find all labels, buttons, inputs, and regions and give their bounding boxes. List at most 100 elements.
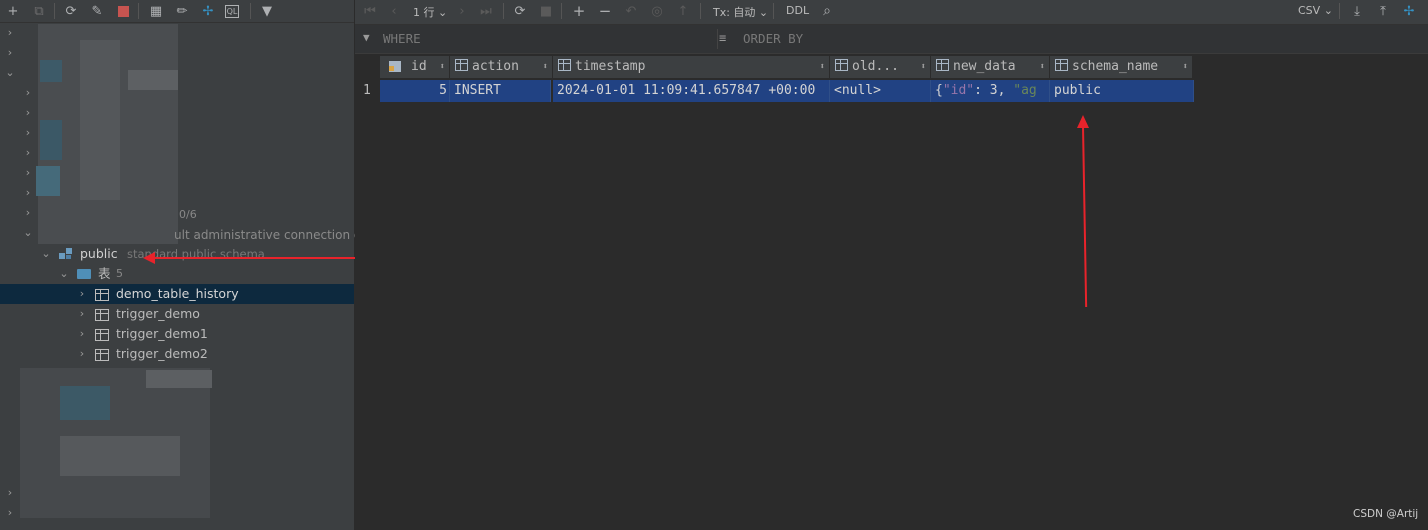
chevron-right-icon[interactable]: › (4, 46, 16, 59)
toolbar-divider (700, 3, 701, 19)
revert-icon[interactable]: ↶ (622, 2, 640, 20)
next-page-icon[interactable]: › (453, 2, 471, 20)
column-header-schema-name[interactable]: schema_name ⬍ (1050, 56, 1193, 78)
export-icon[interactable]: ⤓ (1348, 2, 1366, 20)
column-header-old-data[interactable]: old... ⬍ (830, 56, 931, 78)
tables-count: 5 (116, 267, 123, 280)
table-name: trigger_demo1 (116, 326, 208, 341)
cell-action[interactable]: INSERT (450, 80, 551, 102)
first-page-icon[interactable]: ⏮ (361, 2, 379, 20)
annotation-arrow (150, 257, 381, 259)
cell-timestamp[interactable]: 2024-01-01 11:09:41.657847 +00:00 (553, 80, 830, 102)
settings-icon[interactable]: ✎ (88, 2, 106, 20)
copy-icon[interactable]: ⧉ (30, 2, 48, 20)
chevron-down-icon[interactable]: ⌄ (4, 66, 16, 79)
refresh-icon[interactable]: ⟳ (62, 2, 80, 20)
cell-id[interactable]: 5 (380, 80, 450, 102)
chevron-right-icon[interactable]: › (76, 324, 88, 344)
column-header-timestamp[interactable]: timestamp ⬍ (553, 56, 830, 78)
primary-key-icon (389, 61, 401, 72)
annotation-arrowhead (1077, 115, 1089, 128)
ddl-button[interactable]: DDL (786, 4, 809, 17)
chevron-right-icon[interactable]: › (76, 304, 88, 324)
chevron-right-icon[interactable]: › (22, 126, 34, 139)
annotation-arrow (1082, 125, 1088, 307)
stop-icon[interactable]: ■ (537, 2, 555, 20)
search-icon[interactable]: ⌕ (818, 2, 836, 20)
cell-old-data[interactable]: <null> (830, 80, 931, 102)
chevron-down-icon[interactable]: ⌄ (40, 244, 52, 264)
chevron-right-icon[interactable]: › (22, 146, 34, 159)
chevron-right-icon[interactable]: › (22, 166, 34, 179)
chevron-right-icon[interactable]: › (4, 26, 16, 39)
sql-console-icon[interactable]: QL (225, 5, 239, 18)
column-header-new-data[interactable]: new_data ⬍ (931, 56, 1050, 78)
chevron-right-icon[interactable]: › (22, 206, 34, 219)
tree-node-schema-public[interactable]: ⌄ public standard public schema (0, 244, 354, 264)
chevron-right-icon[interactable]: › (76, 284, 88, 304)
export-format-select[interactable]: CSV ⌄ (1298, 4, 1333, 17)
chevron-down-icon[interactable]: ⌄ (58, 264, 70, 284)
tree-node-tables-folder[interactable]: ⌄ 表 5 (0, 264, 354, 284)
cell-new-data[interactable]: {"id": 3, "ag (931, 80, 1050, 102)
filter-icon[interactable]: ▼ (258, 2, 276, 20)
column-header-id[interactable]: id ⬍ (380, 56, 450, 78)
chevron-right-icon[interactable]: › (4, 506, 16, 519)
tree-node-table[interactable]: › trigger_demo2 (0, 344, 354, 364)
sort-arrows-icon[interactable]: ⬍ (1183, 56, 1188, 78)
delete-row-icon[interactable]: − (596, 2, 614, 20)
last-page-icon[interactable]: ⏭ (477, 2, 495, 20)
tree-node-table[interactable]: › trigger_demo1 (0, 324, 354, 344)
obscured-region (146, 370, 212, 388)
stop-icon[interactable] (114, 2, 132, 20)
jump-icon[interactable]: ✢ (1400, 2, 1418, 20)
sort-icon[interactable]: ≡ (719, 31, 726, 45)
tables-folder-label: 表 (98, 266, 111, 281)
row-number[interactable]: 1 (363, 80, 371, 102)
toolbar-divider (54, 3, 55, 19)
tree-node-table[interactable]: › trigger_demo (0, 304, 354, 324)
sort-arrows-icon[interactable]: ⬍ (1040, 56, 1045, 78)
sort-arrows-icon[interactable]: ⬍ (543, 56, 548, 78)
table-icon[interactable]: ▦ (147, 2, 165, 20)
add-icon[interactable]: + (4, 2, 22, 20)
chevron-right-icon[interactable]: › (76, 344, 88, 364)
obscured-region (60, 386, 110, 420)
database-explorer-panel: + ⧉ ⟳ ✎ ▦ ✏ ✢ QL ▼ › › ⌄ › › › › › › › ⌄… (0, 0, 384, 530)
table-icon (95, 289, 109, 301)
chevron-right-icon[interactable]: › (4, 486, 16, 499)
transaction-mode-select[interactable]: Tx: 自动 ⌄ (713, 4, 768, 20)
add-row-icon[interactable]: + (570, 2, 588, 20)
tree-node-table[interactable]: › demo_table_history (0, 284, 354, 304)
where-input[interactable]: WHERE (383, 31, 421, 46)
sort-arrows-icon[interactable]: ⬍ (921, 56, 926, 78)
watermark: CSDN @Artij (1353, 508, 1419, 520)
sort-arrows-icon[interactable]: ⬍ (820, 56, 825, 78)
sort-arrows-icon[interactable]: ⬍ (440, 56, 445, 78)
edit-icon[interactable]: ✏ (173, 2, 191, 20)
page-size-select[interactable]: 1 行 ⌄ (413, 4, 447, 20)
filter-icon[interactable]: ▼ (363, 31, 370, 44)
column-icon (835, 59, 848, 71)
prev-page-icon[interactable]: ‹ (385, 2, 403, 20)
chevron-right-icon[interactable]: › (22, 86, 34, 99)
order-by-input[interactable]: ORDER BY (743, 31, 803, 46)
obscured-region (128, 70, 178, 90)
schema-name: public (80, 246, 118, 261)
toolbar-divider (561, 3, 562, 19)
chevron-right-icon[interactable]: › (22, 106, 34, 119)
column-icon (558, 59, 571, 71)
column-header-action[interactable]: action ⬍ (450, 56, 553, 78)
import-icon[interactable]: ⤒ (1374, 2, 1392, 20)
chevron-right-icon[interactable]: › (22, 186, 34, 199)
submit-icon[interactable]: ↑ (674, 2, 692, 20)
preview-icon[interactable]: ◎ (648, 2, 666, 20)
cell-schema-name[interactable]: public (1050, 80, 1194, 102)
obscured-region (60, 436, 180, 476)
table-icon (95, 349, 109, 361)
filter-divider (717, 29, 718, 49)
jump-icon[interactable]: ✢ (199, 2, 217, 20)
refresh-icon[interactable]: ⟳ (511, 2, 529, 20)
chevron-down-icon[interactable]: ⌄ (22, 226, 34, 239)
column-icon (1055, 59, 1068, 71)
